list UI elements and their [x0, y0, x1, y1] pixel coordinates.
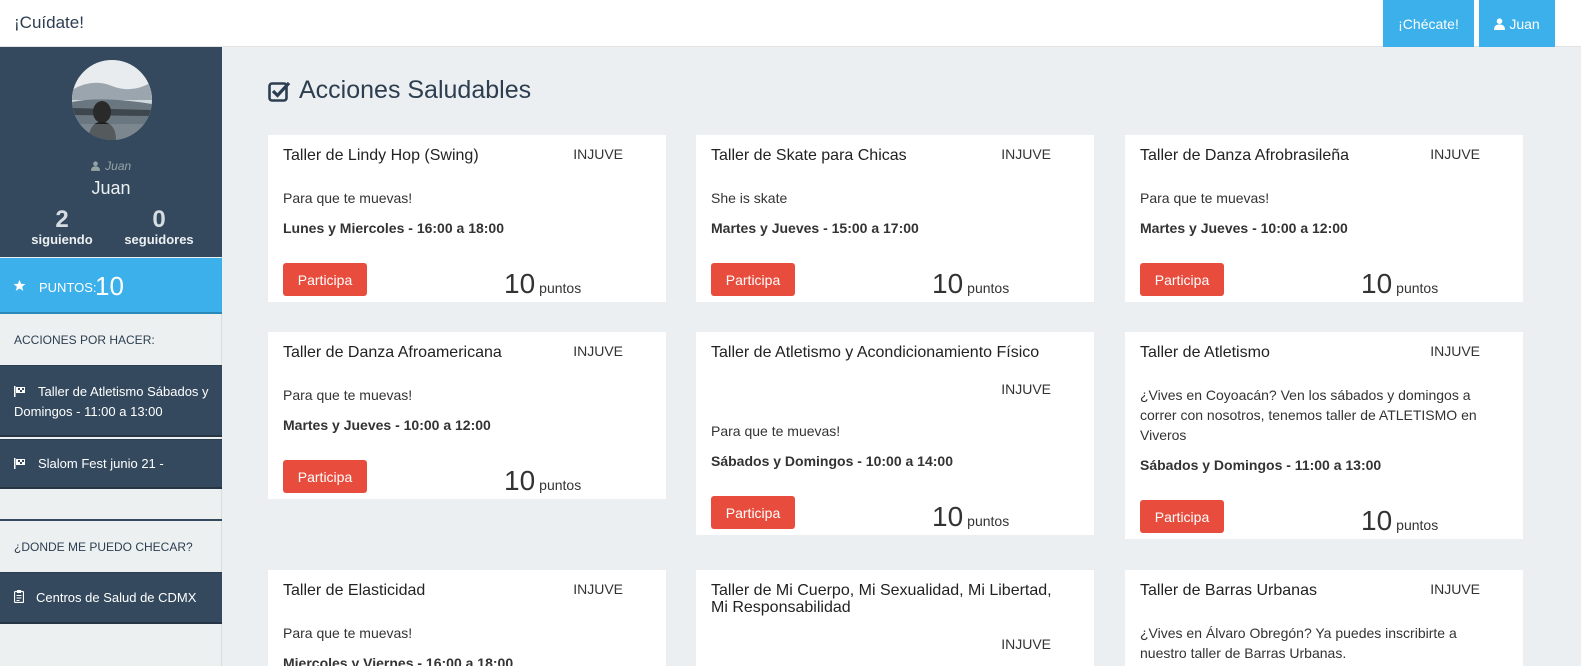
flag-icon: [14, 458, 25, 469]
action-card: Taller de Skate para Chicas INJUVE She i…: [696, 135, 1094, 302]
card-organization: INJUVE: [1430, 343, 1480, 359]
participa-button[interactable]: Participa: [1140, 500, 1224, 533]
user-icon: [90, 161, 100, 171]
card-description: Para que te muevas!: [283, 387, 413, 403]
participa-button[interactable]: Participa: [283, 460, 367, 493]
card-schedule: Lunes y Miercoles - 16:00 a 18:00: [283, 220, 504, 236]
where-item-centros-salud[interactable]: Centros de Salud de CDMX: [0, 572, 222, 624]
card-schedule: Sábados y Domingos - 11:00 a 13:00: [1140, 457, 1382, 473]
card-description: ¿Vives en Álvaro Obregón? Ya puedes insc…: [1140, 625, 1457, 661]
card-organization: INJUVE: [1430, 146, 1480, 162]
points-panel: PUNTOS: 10: [0, 258, 222, 314]
action-card: Taller de Barras Urbanas INJUVE ¿Vives e…: [1125, 570, 1523, 666]
card-points-unit: puntos: [967, 280, 1010, 296]
card-points-unit: puntos: [967, 513, 1010, 529]
card-schedule: Martes y Jueves - 10:00 a 12:00: [1140, 220, 1348, 236]
todo-item-slalom[interactable]: Slalom Fest junio 21 -: [0, 439, 222, 489]
card-organization: INJUVE: [1001, 636, 1051, 652]
card-points-unit: puntos: [539, 477, 582, 493]
profile-handle: Juan: [0, 159, 222, 173]
page-title-text: Acciones Saludables: [299, 76, 532, 104]
card-organization: INJUVE: [1001, 146, 1051, 162]
card-description: ¿Vives en Coyoacán? Ven los sábados y do…: [1140, 387, 1477, 443]
avatar[interactable]: [72, 60, 152, 140]
following-stat[interactable]: 2 siguiendo: [22, 207, 102, 247]
user-icon: [1494, 17, 1506, 30]
card-schedule: Martes y Jueves - 10:00 a 12:00: [283, 417, 491, 433]
todo-item-atletismo[interactable]: Taller de Atletismo Sábados y Domingos -…: [0, 365, 222, 437]
divider: [0, 519, 222, 521]
user-menu-label: Juan: [1509, 15, 1540, 32]
participa-button[interactable]: Participa: [711, 263, 795, 296]
card-points-value: 10: [932, 268, 964, 299]
card-organization: INJUVE: [573, 146, 623, 162]
card-organization: INJUVE: [1430, 581, 1480, 597]
profile-panel: Juan Juan 2 siguiendo 0 seguidores: [0, 47, 222, 257]
todo-item-label: Slalom Fest junio 21 -: [38, 456, 164, 471]
card-points-value: 10: [1361, 268, 1393, 299]
card-description: Para que te muevas!: [1140, 190, 1270, 206]
card-title[interactable]: Taller de Mi Cuerpo, Mi Sexualidad, Mi L…: [711, 582, 1071, 616]
followers-label: seguidores: [124, 232, 194, 247]
participa-button[interactable]: Participa: [711, 496, 795, 529]
todo-section-title: ACCIONES POR HACER:: [14, 333, 155, 347]
check-square-icon: [268, 81, 291, 102]
brand-link[interactable]: ¡Cuídate!: [14, 13, 84, 33]
user-menu-button[interactable]: Juan: [1479, 0, 1555, 47]
action-card: Taller de Elasticidad INJUVE Para que te…: [268, 570, 666, 666]
following-count: 2: [55, 206, 69, 233]
clipboard-icon: [14, 590, 24, 603]
card-points: 10 puntos: [1361, 505, 1438, 537]
action-card: Taller de Danza Afroamericana INJUVE Par…: [268, 332, 666, 499]
card-description: She is skate: [711, 190, 788, 206]
where-section-title: ¿DONDE ME PUEDO CHECAR?: [14, 540, 193, 554]
card-points-unit: puntos: [1396, 517, 1439, 533]
where-item-label: Centros de Salud de CDMX: [36, 590, 197, 605]
card-description: Para que te muevas!: [711, 423, 841, 439]
card-points-value: 10: [932, 501, 964, 532]
profile-name: Juan: [91, 178, 131, 198]
card-description: Para que te muevas!: [283, 625, 413, 641]
points-value: 10: [95, 271, 124, 301]
card-schedule: Sábados y Domingos - 10:00 a 14:00: [711, 453, 953, 469]
sidebar: Juan Juan 2 siguiendo 0 seguidores PUNTO…: [0, 47, 222, 666]
star-icon: [13, 279, 26, 291]
card-title[interactable]: Taller de Atletismo y Acondicionamiento …: [711, 344, 1071, 361]
followers-count: 0: [152, 206, 166, 233]
flag-icon: [14, 386, 25, 397]
participa-button[interactable]: Participa: [283, 263, 367, 296]
card-description: Para que te muevas!: [283, 190, 413, 206]
followers-stat[interactable]: 0 seguidores: [117, 207, 201, 247]
participa-button[interactable]: Participa: [1140, 263, 1224, 296]
todo-item-label: Taller de Atletismo Sábados y Domingos -…: [14, 384, 209, 419]
checkin-button[interactable]: ¡Chécate!: [1383, 0, 1474, 47]
points-label: PUNTOS:: [39, 280, 97, 295]
page-title: Acciones Saludables: [268, 76, 531, 105]
action-card: Taller de Danza Afrobrasileña INJUVE Par…: [1125, 135, 1523, 302]
card-points: 10 puntos: [504, 268, 581, 300]
card-points-value: 10: [1361, 505, 1393, 536]
following-label: siguiendo: [31, 232, 93, 247]
card-organization: INJUVE: [573, 581, 623, 597]
card-points: 10 puntos: [932, 268, 1009, 300]
card-organization: INJUVE: [1001, 381, 1051, 397]
card-points: 10 puntos: [1361, 268, 1438, 300]
card-points-value: 10: [504, 465, 536, 496]
card-schedule: Martes y Jueves - 15:00 a 17:00: [711, 220, 919, 236]
card-organization: INJUVE: [573, 343, 623, 359]
profile-handle-text: Juan: [105, 159, 132, 173]
action-card: Taller de Mi Cuerpo, Mi Sexualidad, Mi L…: [696, 570, 1094, 666]
action-card: Taller de Lindy Hop (Swing) INJUVE Para …: [268, 135, 666, 302]
action-card: Taller de Atletismo y Acondicionamiento …: [696, 332, 1094, 535]
card-schedule: Miercoles y Viernes - 16:00 a 18:00: [283, 655, 514, 666]
card-points-unit: puntos: [539, 280, 582, 296]
card-points-value: 10: [504, 268, 536, 299]
action-card: Taller de Atletismo INJUVE ¿Vives en Coy…: [1125, 332, 1523, 539]
card-points-unit: puntos: [1396, 280, 1439, 296]
top-navbar: ¡Cuídate! ¡Chécate! Juan: [0, 0, 1581, 47]
card-points: 10 puntos: [504, 465, 581, 497]
card-points: 10 puntos: [932, 501, 1009, 533]
